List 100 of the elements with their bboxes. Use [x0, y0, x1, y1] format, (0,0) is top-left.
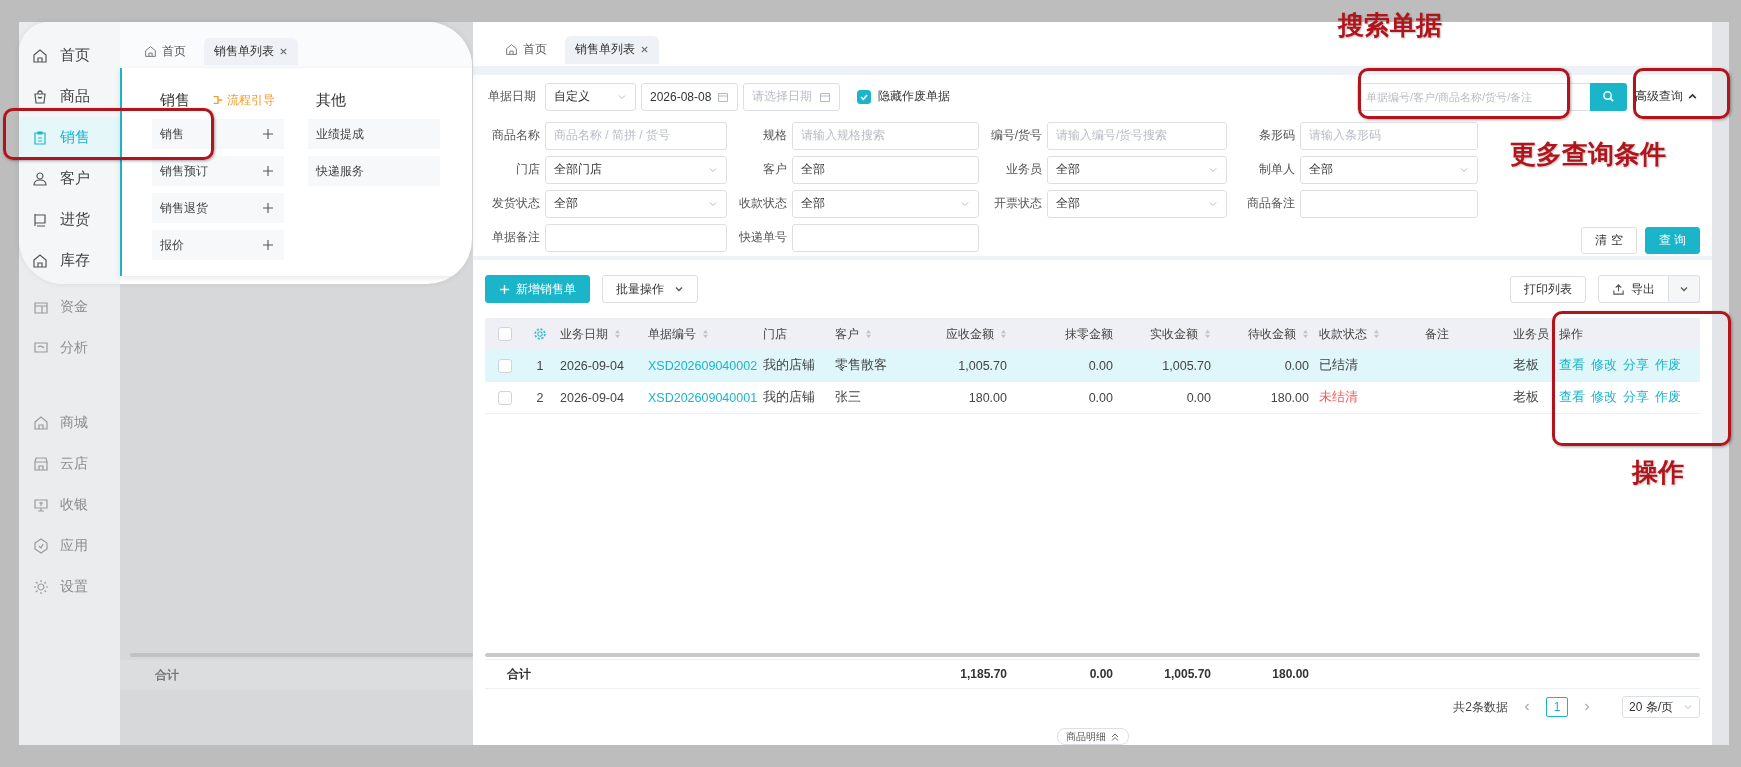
column-header: 收款状态 — [1319, 325, 1367, 343]
table-cell: 2026-09-04 — [560, 358, 624, 373]
tab[interactable]: 首页 — [134, 38, 196, 65]
menu-item[interactable]: 业绩提成 — [308, 119, 440, 149]
field-label: 制单人 — [1258, 161, 1295, 179]
total-label: 合计 — [507, 665, 531, 683]
calendar-icon — [819, 90, 831, 103]
table-row[interactable]: 1 2026-09-04 XSD202609040002 我的店铺 零售散客 1,005.70 0.00 1,005.70 0.00 已结清 老板 查看 修改 分享 作废 — [485, 350, 1700, 382]
tab[interactable]: 销售单列表 — [565, 35, 659, 64]
sidebar-icon — [32, 170, 48, 187]
select-field[interactable]: 全部 — [792, 189, 979, 218]
plus-icon[interactable] — [262, 202, 274, 214]
field-label: 开票状态 — [993, 195, 1042, 213]
menu-item[interactable]: 销售退货 — [152, 193, 284, 223]
field-label: 发货状态 — [491, 195, 540, 213]
select-field[interactable]: 全部门店 — [545, 155, 727, 184]
dropdown-button[interactable] — [1669, 275, 1700, 303]
checkbox[interactable] — [498, 390, 512, 405]
menu-heading: 其他 — [316, 90, 346, 110]
close-icon[interactable] — [640, 45, 649, 55]
column-header: 备注 — [1425, 325, 1449, 343]
field-label: 快递单号 — [738, 229, 787, 247]
table-cell: 0.00 — [1088, 390, 1113, 405]
page-size-select[interactable]: 20 条/页 — [1622, 696, 1700, 718]
menu-item[interactable]: 快递服务 — [308, 156, 440, 186]
table-cell: 2 — [536, 390, 544, 405]
checkbox[interactable] — [857, 89, 871, 104]
detail-toggle-button[interactable]: 商品明细 — [1056, 728, 1129, 745]
menu-heading: 销售 — [160, 90, 190, 110]
column-header: 门店 — [763, 325, 787, 343]
plus-icon[interactable] — [262, 128, 274, 140]
flow-icon — [212, 94, 224, 106]
sort-icon[interactable] — [702, 329, 709, 339]
field-label: 商品名称 — [491, 127, 540, 145]
clear-button[interactable]: 清 空 — [1581, 226, 1637, 254]
menu-item[interactable]: 销售预订 — [152, 156, 284, 186]
search-button[interactable] — [1590, 82, 1627, 111]
field-label: 单据备注 — [491, 229, 540, 247]
table-cell: 1 — [536, 358, 544, 373]
input-field[interactable] — [1300, 189, 1478, 218]
select-field[interactable]: 全部 — [1047, 189, 1227, 218]
table-cell: 零售散客 — [835, 357, 887, 374]
table-row[interactable]: 2 2026-09-04 XSD202609040001 我的店铺 张三 180.00 0.00 0.00 180.00 未结清 老板 查看 修改 分享 作废 — [485, 382, 1700, 414]
sidebar-item[interactable]: 客户 — [19, 158, 120, 199]
previous-page-icon[interactable] — [1522, 702, 1532, 712]
total-label: 合计 — [155, 666, 179, 684]
plus-icon[interactable] — [262, 165, 274, 177]
sidebar-item[interactable]: 首页 — [19, 35, 120, 76]
date-field[interactable]: 2026-08-08 — [641, 82, 738, 111]
batch-button[interactable]: 批量操作 — [602, 275, 698, 303]
advanced-query-button[interactable]: 高级查询 — [1633, 88, 1700, 106]
home-icon — [144, 45, 157, 58]
annotation-label: 搜索单据 — [1338, 9, 1442, 42]
field-label: 条形码 — [1258, 127, 1295, 145]
checkbox[interactable] — [498, 358, 512, 373]
field-label: 收款状态 — [738, 195, 787, 213]
field-label: 规格 — [762, 127, 787, 145]
next-page-icon[interactable] — [1582, 702, 1592, 712]
sort-icon[interactable] — [614, 329, 621, 339]
total-value: 180.00 — [1272, 667, 1309, 681]
sort-icon[interactable] — [865, 329, 872, 339]
select-field[interactable]: 全部 — [545, 189, 727, 218]
sidebar-item[interactable]: 商品 — [19, 76, 120, 117]
print-button[interactable]: 打印列表 — [1510, 275, 1586, 303]
annotation-label: 操作 — [1632, 456, 1684, 489]
export-button[interactable]: 导出 — [1598, 275, 1669, 303]
status-text: 已结清 — [1319, 357, 1358, 374]
sidebar-icon — [33, 578, 49, 595]
annotation-label: 更多查询条件 — [1510, 138, 1666, 171]
tab[interactable]: 销售单列表 — [204, 38, 298, 65]
range-select[interactable]: 自定义 — [545, 82, 636, 111]
menu-item[interactable]: 报价 — [152, 230, 284, 260]
checkbox[interactable] — [498, 327, 512, 341]
chevron-icon — [674, 284, 684, 294]
checkbox-label: 隐藏作废单据 — [878, 88, 950, 106]
field-label: 客户 — [762, 161, 787, 179]
tab[interactable]: 首页 — [495, 35, 557, 64]
select-field[interactable]: 全部 — [1300, 155, 1478, 184]
table-cell: 180.00 — [968, 390, 1007, 405]
plus-icon[interactable] — [262, 239, 274, 251]
input-field[interactable] — [792, 223, 979, 252]
input-field[interactable]: 全部 — [792, 155, 979, 184]
close-icon[interactable] — [279, 47, 288, 56]
sort-icon[interactable] — [1204, 329, 1211, 339]
sort-icon[interactable] — [1373, 329, 1380, 339]
table-cell: 180.00 — [1270, 390, 1309, 405]
sort-icon[interactable] — [1302, 329, 1309, 339]
select-field[interactable]: 全部 — [1047, 155, 1227, 184]
sort-icon[interactable] — [1000, 329, 1007, 339]
table-cell: 我的店铺 — [763, 389, 815, 406]
sidebar-item[interactable]: 进货 — [19, 199, 120, 240]
menu-item[interactable]: 销售 — [152, 119, 284, 149]
field-label: 单据日期 — [488, 88, 537, 106]
column-header: 待收金额 — [1248, 325, 1296, 343]
sidebar-item[interactable]: 库存 — [19, 240, 120, 281]
table-cell: 0.00 — [1186, 390, 1211, 405]
settings-icon[interactable] — [533, 327, 547, 341]
home-icon — [505, 43, 518, 57]
table-cell: 我的店铺 — [763, 357, 815, 374]
input-field[interactable] — [545, 223, 727, 252]
